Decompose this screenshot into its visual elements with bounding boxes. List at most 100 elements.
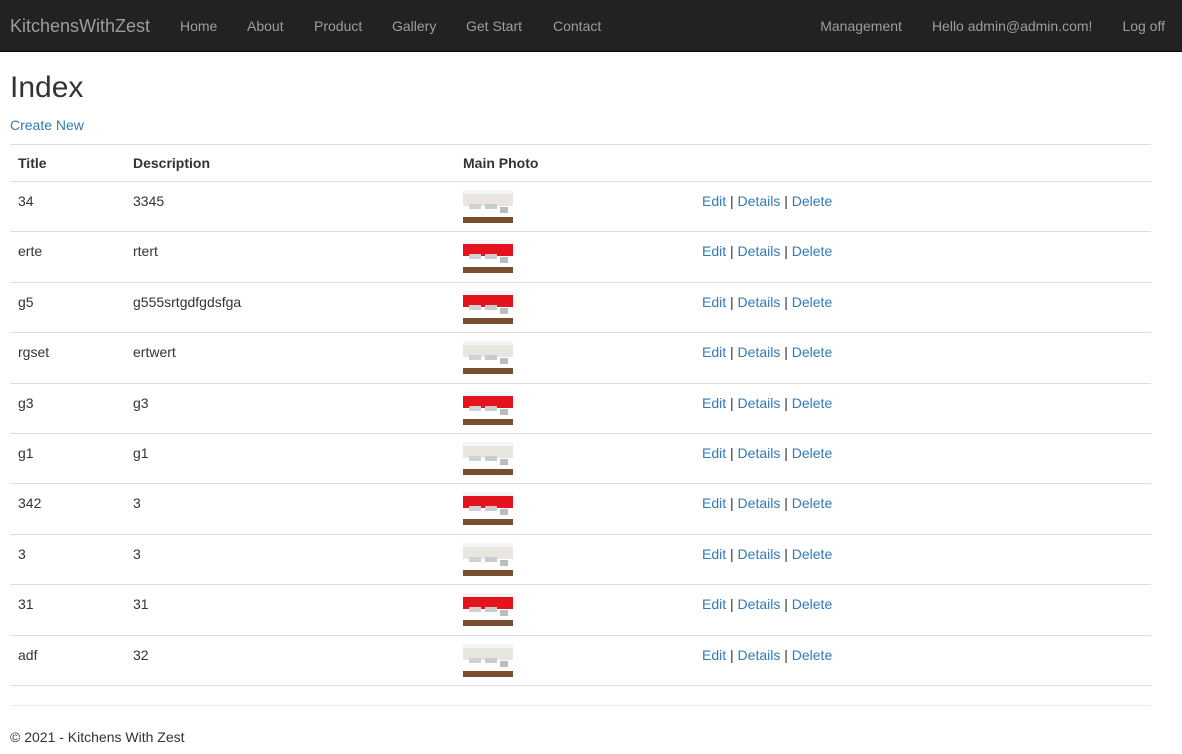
cell-actions: Edit | Details | Delete [694, 181, 1151, 233]
action-separator: | [784, 344, 788, 361]
cell-description: 32 [125, 635, 455, 686]
table-row: g1 g1 Edit | Details | Delete [10, 433, 1151, 485]
delete-link[interactable]: Delete [792, 596, 832, 612]
cell-main-photo [455, 584, 694, 636]
cell-description: ertwert [125, 332, 455, 384]
action-separator: | [784, 495, 788, 512]
cell-description: rtert [125, 231, 455, 283]
cell-description: 3 [125, 534, 455, 586]
cell-actions: Edit | Details | Delete [694, 332, 1151, 384]
nav-product[interactable]: Product [314, 17, 362, 35]
delete-link[interactable]: Delete [792, 546, 832, 562]
nav-management[interactable]: Management [820, 17, 902, 35]
action-separator: | [730, 243, 734, 260]
table-row: 342 3 Edit | Details | Delete [10, 483, 1151, 535]
details-link[interactable]: Details [738, 546, 781, 562]
edit-link[interactable]: Edit [702, 243, 726, 259]
cell-main-photo [455, 635, 694, 686]
nav-right-group: Management Hello admin@admin.com! Log of… [820, 17, 1165, 35]
main-photo-thumbnail [463, 190, 513, 223]
cell-main-photo [455, 534, 694, 586]
edit-link[interactable]: Edit [702, 193, 726, 209]
edit-link[interactable]: Edit [702, 647, 726, 663]
details-link[interactable]: Details [738, 344, 781, 360]
nav-gallery[interactable]: Gallery [392, 17, 436, 35]
cell-title: 31 [10, 584, 125, 636]
details-link[interactable]: Details [738, 294, 781, 310]
delete-link[interactable]: Delete [792, 243, 832, 259]
main-photo-thumbnail [463, 492, 513, 526]
cell-title: g5 [10, 282, 125, 334]
cell-main-photo [455, 433, 694, 485]
delete-link[interactable]: Delete [792, 495, 832, 511]
details-link[interactable]: Details [738, 596, 781, 612]
cell-main-photo [455, 383, 694, 434]
action-separator: | [730, 495, 734, 512]
main-photo-thumbnail [463, 341, 513, 375]
cell-description: g555srtgdfgdsfga [125, 282, 455, 334]
action-separator: | [730, 193, 734, 209]
edit-link[interactable]: Edit [702, 445, 726, 461]
nav-logoff[interactable]: Log off [1122, 17, 1165, 35]
table-row: erte rtert Edit | Details | Delete [10, 231, 1151, 283]
details-link[interactable]: Details [738, 495, 781, 511]
cell-actions: Edit | Details | Delete [694, 231, 1151, 283]
cell-description: 3 [125, 483, 455, 535]
edit-link[interactable]: Edit [702, 395, 726, 411]
delete-link[interactable]: Delete [792, 445, 832, 461]
cell-title: rgset [10, 332, 125, 384]
table-row: g5 g555srtgdfgdsfga Edit | Details | Dele… [10, 282, 1151, 334]
delete-link[interactable]: Delete [792, 395, 832, 411]
edit-link[interactable]: Edit [702, 294, 726, 310]
action-separator: | [730, 344, 734, 361]
details-link[interactable]: Details [738, 445, 781, 461]
cell-main-photo [455, 231, 694, 283]
cell-actions: Edit | Details | Delete [694, 534, 1151, 586]
action-separator: | [784, 293, 788, 310]
cell-main-photo [455, 181, 694, 233]
cell-title: 34 [10, 181, 125, 233]
table-row: rgset ertwert Edit | Details | Delete [10, 332, 1151, 384]
edit-link[interactable]: Edit [702, 344, 726, 360]
nav-about[interactable]: About [247, 17, 284, 35]
action-separator: | [784, 596, 788, 613]
action-separator: | [730, 293, 734, 310]
header-main-photo: Main Photo [455, 144, 694, 182]
edit-link[interactable]: Edit [702, 495, 726, 511]
main-photo-thumbnail [463, 441, 513, 475]
delete-link[interactable]: Delete [792, 344, 832, 360]
delete-link[interactable]: Delete [792, 193, 832, 209]
main-photo-thumbnail [463, 290, 513, 324]
top-navbar: KitchensWithZest Home About Product Gall… [0, 0, 1182, 52]
table-row: adf 32 Edit | Details | Delete [10, 635, 1151, 686]
action-separator: | [784, 193, 788, 209]
table-row: 33 Edit | Details | Delete [10, 534, 1151, 586]
cell-description: 3345 [125, 181, 455, 233]
brand-link[interactable]: KitchensWithZest [10, 15, 150, 37]
details-link[interactable]: Details [738, 395, 781, 411]
create-new-link[interactable]: Create New [10, 116, 84, 134]
page-title: Index [10, 71, 84, 104]
edit-link[interactable]: Edit [702, 596, 726, 612]
nav-get-start[interactable]: Get Start [466, 17, 522, 35]
cell-actions: Edit | Details | Delete [694, 635, 1151, 686]
delete-link[interactable]: Delete [792, 294, 832, 310]
details-link[interactable]: Details [738, 243, 781, 259]
cell-title: 342 [10, 483, 125, 535]
edit-link[interactable]: Edit [702, 546, 726, 562]
action-separator: | [730, 545, 734, 562]
nav-user-greeting[interactable]: Hello admin@admin.com! [932, 17, 1093, 35]
action-separator: | [784, 394, 788, 411]
details-link[interactable]: Details [738, 193, 781, 209]
cell-actions: Edit | Details | Delete [694, 383, 1151, 434]
cell-actions: Edit | Details | Delete [694, 282, 1151, 334]
nav-home[interactable]: Home [180, 17, 217, 35]
delete-link[interactable]: Delete [792, 647, 832, 663]
table-row: g3 g3 Edit | Details | Delete [10, 383, 1151, 434]
nav-contact[interactable]: Contact [553, 17, 601, 35]
cell-title: g1 [10, 433, 125, 485]
details-link[interactable]: Details [738, 647, 781, 663]
cell-actions: Edit | Details | Delete [694, 584, 1151, 636]
action-separator: | [784, 444, 788, 461]
cell-main-photo [455, 282, 694, 334]
